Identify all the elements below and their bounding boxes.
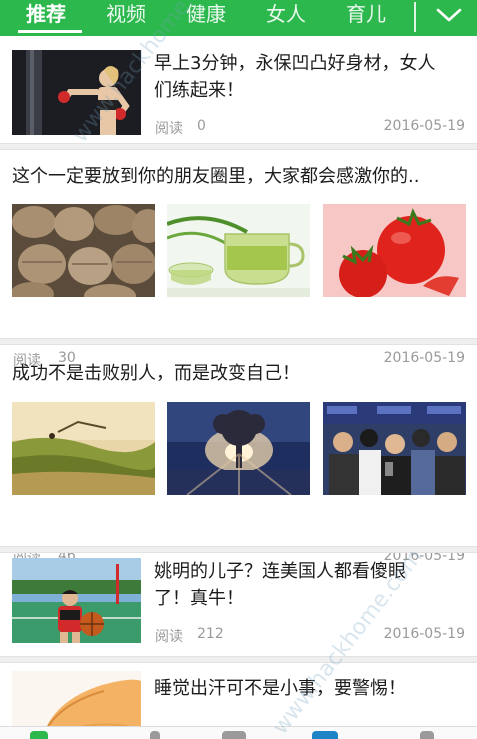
article-thumbnail <box>12 558 141 643</box>
feed-divider <box>0 338 477 345</box>
read-count: 0 <box>197 118 206 134</box>
tab-icon[interactable] <box>150 731 160 739</box>
home-tab-icon[interactable] <box>30 731 48 739</box>
chevron-down-icon <box>436 8 462 22</box>
article-thumbnail <box>323 402 466 495</box>
bottom-tab-bar <box>0 726 477 739</box>
article-thumbnail <box>12 402 155 495</box>
feed-divider <box>0 656 477 663</box>
tab-icon[interactable] <box>312 731 338 739</box>
article-title-line: 了！真牛！ <box>154 588 244 609</box>
top-nav-bar: 推荐 视频 健康 女人 育儿 <box>0 0 477 36</box>
expand-channels-button[interactable] <box>426 0 472 34</box>
article-item[interactable]: 这个一定要放到你的朋友圈里，大家都会感激你的.. 阅读 30 2016-05-1… <box>0 150 477 369</box>
publish-date: 2016-05-19 <box>383 118 465 134</box>
article-thumbnail <box>167 402 310 495</box>
read-count: 212 <box>197 626 224 642</box>
article-item[interactable]: 成功不是击败别人，而是改变自己！ 46 2016-05-19 <box>0 345 477 567</box>
active-tab-indicator <box>18 30 82 33</box>
article-title-line: 们练起来！ <box>154 80 244 101</box>
article-title: 成功不是击败别人，而是改变自己！ <box>12 363 300 384</box>
tab-icon[interactable] <box>420 731 434 739</box>
article-title-line: 早上3分钟，永保凹凸好身材，女人 <box>154 53 436 74</box>
feed-divider <box>0 143 477 150</box>
article-thumbnail <box>12 204 155 297</box>
tab-women[interactable]: 女人 <box>266 0 306 36</box>
article-item[interactable]: 早上3分钟，永保凹凸好身材，女人 们练起来！ 阅读 0 2016-05-19 <box>0 36 477 140</box>
article-feed: 早上3分钟，永保凹凸好身材，女人 们练起来！ 阅读 0 2016-05-19 这… <box>0 36 477 739</box>
article-thumbnail <box>167 204 310 297</box>
tab-video[interactable]: 视频 <box>106 0 146 36</box>
article-title: 这个一定要放到你的朋友圈里，大家都会感激你的.. <box>12 166 420 187</box>
article-thumbnail <box>323 204 466 297</box>
publish-date: 2016-05-19 <box>383 626 465 642</box>
read-label: 阅读 <box>155 629 183 645</box>
nav-divider <box>414 2 416 32</box>
tab-icon[interactable] <box>222 731 246 739</box>
tab-parenting[interactable]: 育儿 <box>346 0 386 36</box>
read-label: 阅读 <box>155 121 183 137</box>
